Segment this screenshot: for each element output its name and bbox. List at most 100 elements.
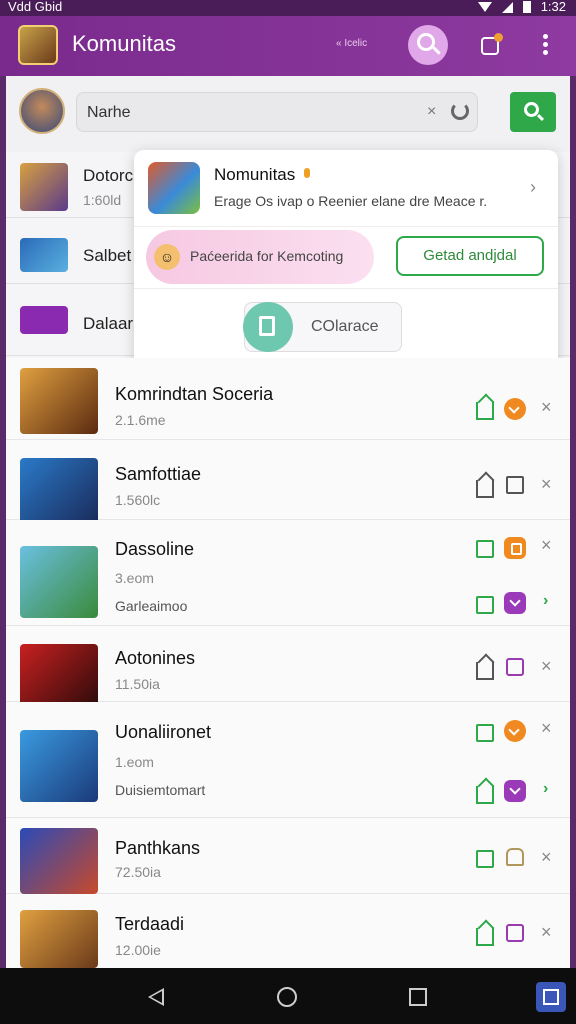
game-thumbnail (20, 546, 98, 618)
app-shortcut-icon[interactable] (536, 982, 566, 1012)
system-nav-bar (0, 968, 576, 1024)
check-badge-icon[interactable] (504, 398, 526, 420)
app-subtitle: « Icelic (336, 38, 368, 49)
search-field[interactable]: × (76, 92, 478, 132)
search-row: × (6, 76, 570, 152)
game-row[interactable]: Terdaadi 12.00ie × (6, 894, 570, 968)
square-icon[interactable] (506, 476, 524, 494)
more-icon (542, 34, 548, 39)
avatar[interactable] (19, 88, 65, 134)
game-subtitle: 11.50ia (115, 676, 160, 692)
notification-dot (494, 33, 503, 42)
status-carrier: Vdd Gbid (8, 0, 63, 14)
game-title: Panthkans (115, 838, 201, 858)
game-title: Dassoline (115, 539, 195, 559)
list-item-sub: 1:60ld (83, 192, 122, 208)
close-icon[interactable]: × (541, 847, 552, 868)
game-thumbnail (20, 730, 98, 802)
game-thumbnail (20, 910, 98, 968)
refresh-icon[interactable] (451, 102, 469, 120)
square-icon[interactable] (506, 658, 524, 676)
game-row[interactable]: Uonaliironet 1.eom Duisiemtomart × › (6, 702, 570, 818)
close-icon[interactable]: × (541, 397, 552, 418)
search-icon-handle (432, 46, 441, 55)
square-icon[interactable] (476, 850, 494, 868)
clear-icon[interactable]: × (427, 103, 436, 121)
search-go-button[interactable] (510, 92, 556, 132)
game-row[interactable]: Panthkans 72.50ia × (6, 818, 570, 894)
search-button[interactable] (408, 25, 448, 65)
check-badge-icon[interactable] (504, 780, 526, 802)
lock-badge-icon[interactable] (504, 537, 526, 559)
home-circle-icon[interactable] (277, 987, 297, 1007)
check-badge-icon[interactable] (504, 592, 526, 614)
popup-title: Nomunitas (214, 165, 296, 184)
game-thumbnail (20, 828, 98, 894)
divider (134, 226, 558, 227)
signal-icon (501, 1, 513, 13)
community-popup: Nomunitas Erage Os ivap o Reenier elane … (134, 150, 558, 368)
game-row[interactable]: Komrindtan Soceria 2.1.6me × (6, 358, 570, 440)
game-title: Samfottiae (115, 464, 202, 484)
search-input[interactable] (87, 101, 407, 125)
home-icon[interactable] (476, 402, 494, 420)
list-item-title: Dalaar (83, 314, 134, 333)
more-menu-button[interactable] (540, 34, 550, 58)
chevron-right-icon[interactable]: › (530, 177, 536, 198)
game-title: Komrindtan Soceria (115, 384, 274, 404)
smiley-icon: ☺ (154, 244, 180, 270)
popup-description: Erage Os ivap o Reenier elane dre Meace … (214, 193, 488, 209)
home-icon[interactable] (476, 480, 494, 498)
home-icon[interactable] (476, 662, 494, 680)
game-thumbnail (20, 458, 98, 524)
cancel-button[interactable]: COlarace (243, 302, 402, 352)
game-row[interactable]: Samfottiae 1.560lc × (6, 440, 570, 524)
game-thumbnail (20, 163, 68, 211)
game-title: Terdaadi (115, 914, 185, 934)
status-bar: Vdd Gbid 1:32 (0, 0, 576, 16)
square-icon[interactable] (476, 724, 494, 742)
game-subtitle: 72.50ia (115, 864, 161, 880)
notification-button[interactable] (478, 32, 504, 58)
square-icon[interactable] (476, 540, 494, 558)
game-row[interactable]: Aotonines 11.50ia × (6, 626, 570, 710)
feature-pill-label: Paćeerida for Kemcoting (190, 248, 344, 264)
verified-badge-icon (304, 168, 310, 178)
close-icon[interactable]: × (541, 922, 552, 943)
close-icon[interactable]: × (541, 535, 552, 556)
recents-icon[interactable] (409, 988, 427, 1006)
game-thumbnail (20, 644, 98, 710)
close-icon[interactable]: × (541, 718, 552, 739)
get-button[interactable]: Getad andjdal (396, 236, 544, 276)
status-time: 1:32 (540, 0, 566, 14)
game-row[interactable]: Dassoline 3.eom Garleaimoo × › (6, 520, 570, 626)
more-icon-dot (542, 50, 548, 55)
home-icon[interactable] (476, 786, 494, 804)
back-icon[interactable] (148, 988, 164, 1006)
game-thumbnail (20, 306, 68, 334)
game-genre: Duisiemtomart (115, 782, 206, 798)
game-subtitle: 1.eom (115, 754, 154, 770)
list-item-title: Dotorc (83, 166, 134, 185)
game-subtitle: 2.1.6me (115, 412, 166, 428)
close-icon[interactable]: × (541, 656, 552, 677)
search-icon-handle (536, 113, 545, 122)
game-title: Aotonines (115, 648, 196, 668)
app-logo-icon[interactable] (18, 25, 58, 65)
square-icon[interactable] (476, 596, 494, 614)
chevron-right-icon[interactable]: › (543, 592, 548, 610)
square-icon[interactable] (506, 924, 524, 942)
close-icon[interactable]: × (541, 474, 552, 495)
game-thumbnail (20, 238, 68, 272)
game-thumbnail (20, 368, 98, 434)
bell-icon[interactable] (506, 848, 524, 866)
list-item-title: Salbet (83, 246, 132, 265)
pin-badge-icon[interactable] (504, 720, 526, 742)
chevron-right-icon[interactable]: › (543, 780, 548, 798)
cancel-label: COlarace (311, 318, 379, 335)
feature-pill[interactable]: ☺ Paćeerida for Kemcoting (146, 230, 374, 284)
status-icons: 1:32 (477, 0, 566, 14)
home-icon[interactable] (476, 928, 494, 946)
more-icon-dot (542, 42, 548, 47)
document-icon (259, 316, 275, 336)
